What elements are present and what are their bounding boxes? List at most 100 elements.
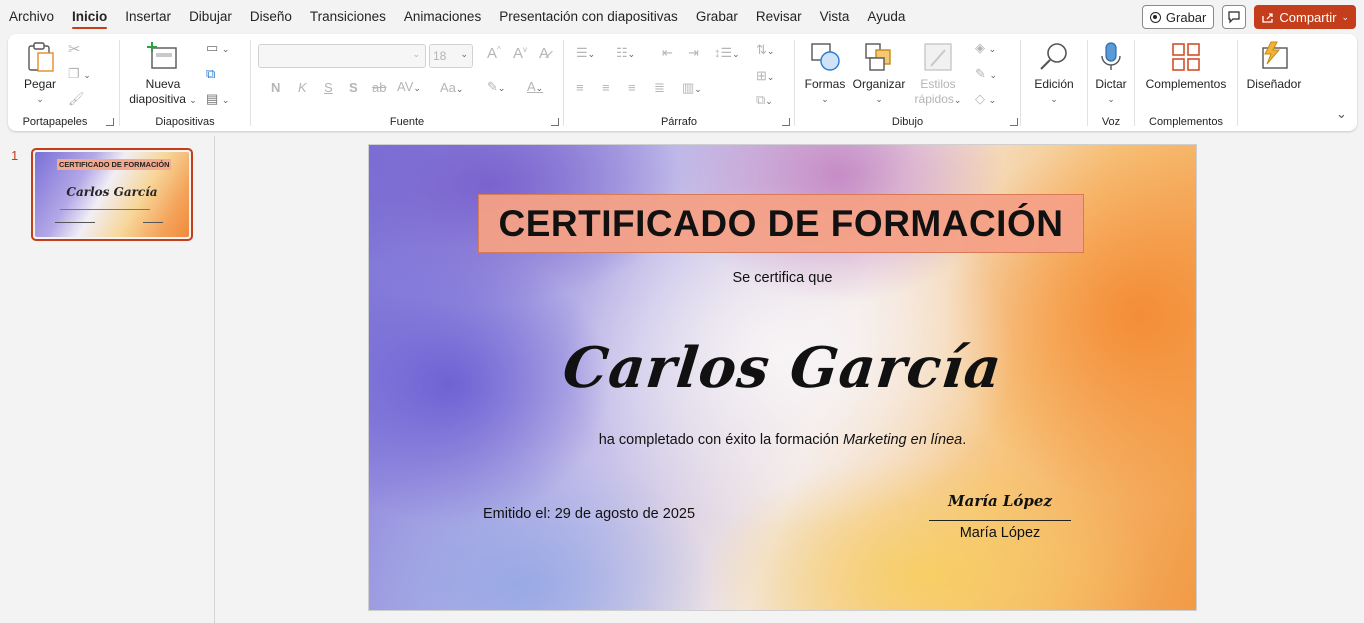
- highlight-icon[interactable]: ✎⌄: [487, 79, 505, 95]
- drawing-dialog-launcher[interactable]: [1010, 118, 1018, 126]
- shape-effects-icon[interactable]: ◇ ⌄: [975, 91, 996, 107]
- tab-dibujar[interactable]: Dibujar: [180, 0, 241, 34]
- slides-group: Nueva diapositiva ⌄ ▭ ⌄ ⧉ ▤ ⌄ Diapositiv…: [120, 34, 250, 131]
- signature-line: [929, 520, 1071, 521]
- tab-insertar[interactable]: Insertar: [116, 0, 180, 34]
- paragraph-dialog-launcher[interactable]: [782, 118, 790, 126]
- cut-icon[interactable]: ✂: [68, 40, 81, 58]
- increase-font-icon[interactable]: A^: [487, 45, 501, 62]
- numbering-icon[interactable]: ☷⌄: [616, 45, 635, 61]
- share-button[interactable]: Compartir ⌄: [1254, 5, 1356, 29]
- certifies-text[interactable]: Se certifica que: [369, 270, 1196, 286]
- tab-ayuda[interactable]: Ayuda: [858, 0, 914, 34]
- ribbon: Pegar ⌄ ✂ ❐ ⌄ 🖌 Portapapeles Nueva diapo…: [8, 34, 1357, 131]
- tab-vista[interactable]: Vista: [811, 0, 859, 34]
- addins-group-label: Complementos: [1149, 116, 1223, 128]
- collapse-ribbon-icon[interactable]: ⌄: [1336, 106, 1347, 122]
- arrange-button[interactable]: Organizar ⌄: [851, 40, 907, 107]
- voice-group: Dictar ⌄ Voz: [1088, 34, 1134, 131]
- align-center-icon[interactable]: ≡: [602, 80, 610, 95]
- line-spacing-icon[interactable]: ↕☰⌄: [714, 45, 740, 61]
- font-color-icon[interactable]: A⌄: [527, 79, 543, 94]
- section-icon[interactable]: ▤ ⌄: [206, 91, 229, 107]
- font-dialog-launcher[interactable]: [551, 118, 559, 126]
- copy-icon[interactable]: ❐ ⌄: [68, 66, 91, 82]
- arrange-label: Organizar: [852, 77, 906, 91]
- chevron-down-icon: ⌄: [1341, 11, 1349, 22]
- format-painter-icon[interactable]: 🖌: [68, 91, 85, 107]
- certificate-title[interactable]: CERTIFICADO DE FORMACIÓN: [478, 194, 1084, 253]
- menu-bar: Archivo Inicio Insertar Dibujar Diseño T…: [0, 0, 1364, 34]
- text-direction-icon[interactable]: ⇅⌄: [756, 42, 774, 58]
- clear-format-icon[interactable]: A̷: [539, 45, 549, 62]
- clipboard-dialog-launcher[interactable]: [106, 118, 114, 126]
- quick-styles-icon: [924, 43, 952, 71]
- chevron-down-icon: ⌄: [460, 49, 468, 59]
- slide-canvas[interactable]: CERTIFICADO DE FORMACIÓN Se certifica qu…: [368, 144, 1197, 611]
- tab-transiciones[interactable]: Transiciones: [301, 0, 395, 34]
- designer-button[interactable]: Diseñador: [1244, 40, 1304, 92]
- recipient-name[interactable]: Carlos García: [369, 335, 1196, 401]
- chevron-down-icon: ⌄: [412, 49, 420, 59]
- strikethrough-button[interactable]: ab: [372, 80, 386, 95]
- signer-name[interactable]: María López: [929, 525, 1071, 541]
- quick-styles-button[interactable]: Estilos rápidos⌄: [910, 40, 966, 108]
- decrease-font-icon[interactable]: Av: [513, 45, 527, 62]
- slide-thumbnail-preview: CERTIFICADO DE FORMACIÓN Carlos García: [35, 152, 189, 237]
- new-slide-label-2: diapositiva ⌄: [129, 92, 197, 106]
- addins-button[interactable]: Complementos: [1141, 40, 1231, 92]
- clipboard-group: Pegar ⌄ ✂ ❐ ⌄ 🖌 Portapapeles: [8, 34, 118, 131]
- decrease-indent-icon[interactable]: ⇤: [662, 45, 673, 61]
- new-slide-button[interactable]: Nueva diapositiva ⌄: [126, 40, 200, 108]
- tab-presentacion[interactable]: Presentación con diapositivas: [490, 0, 687, 34]
- paste-button[interactable]: Pegar ⌄: [20, 40, 60, 107]
- slide-thumbnail[interactable]: CERTIFICADO DE FORMACIÓN Carlos García: [31, 148, 193, 241]
- bullets-icon[interactable]: ☰⌄: [576, 45, 595, 61]
- new-slide-icon: [147, 42, 177, 69]
- tab-inicio[interactable]: Inicio: [63, 0, 116, 34]
- layout-icon[interactable]: ▭ ⌄: [206, 40, 229, 56]
- shape-fill-icon[interactable]: ◈ ⌄: [975, 40, 996, 56]
- drawing-group-label: Dibujo: [891, 116, 924, 128]
- increase-indent-icon[interactable]: ⇥: [688, 45, 699, 61]
- tab-grabar[interactable]: Grabar: [687, 0, 747, 34]
- tab-animaciones[interactable]: Animaciones: [395, 0, 490, 34]
- quick-styles-label: Estilos: [920, 77, 956, 91]
- issued-date[interactable]: Emitido el: 29 de agosto de 2025: [483, 506, 695, 522]
- smartart-icon[interactable]: ⧉⌄: [756, 92, 773, 108]
- change-case-button[interactable]: Aa⌄: [440, 80, 463, 95]
- underline-button[interactable]: S: [324, 80, 333, 95]
- completion-text[interactable]: ha completado con éxito la formación Mar…: [369, 432, 1196, 448]
- spacing-icon[interactable]: AV⌄: [397, 79, 421, 94]
- shapes-button[interactable]: Formas ⌄: [803, 40, 847, 107]
- record-button[interactable]: Grabar: [1141, 5, 1215, 29]
- align-right-icon[interactable]: ≡: [628, 80, 636, 95]
- designer-group: Diseñador: [1238, 34, 1310, 131]
- arrange-icon: [865, 43, 891, 71]
- align-left-icon[interactable]: ≡: [576, 80, 584, 95]
- tab-diseno[interactable]: Diseño: [241, 0, 301, 34]
- chevron-down-icon: ⌄: [36, 94, 44, 104]
- columns-icon[interactable]: ▥⌄: [682, 80, 702, 96]
- align-text-icon[interactable]: ⊞⌄: [756, 68, 774, 84]
- bold-button[interactable]: N: [271, 80, 280, 95]
- italic-button[interactable]: K: [298, 80, 307, 95]
- addins-group: Complementos Complementos: [1135, 34, 1237, 131]
- dictate-button[interactable]: Dictar ⌄: [1090, 40, 1132, 107]
- justify-icon[interactable]: ≣: [654, 80, 665, 96]
- font-size-select[interactable]: 18 ⌄: [429, 44, 473, 68]
- thumbnail-text-line: [55, 222, 95, 223]
- comments-button[interactable]: [1222, 5, 1247, 29]
- shadow-button[interactable]: S: [349, 80, 358, 95]
- editing-group: Edición ⌄: [1021, 34, 1087, 131]
- designer-icon: [1262, 41, 1288, 69]
- tab-archivo[interactable]: Archivo: [0, 0, 63, 34]
- reset-slide-icon[interactable]: ⧉: [206, 66, 215, 82]
- shapes-label: Formas: [804, 77, 846, 91]
- tab-revisar[interactable]: Revisar: [747, 0, 811, 34]
- shape-outline-icon[interactable]: ✎ ⌄: [975, 66, 997, 82]
- font-group-label: Fuente: [389, 116, 425, 128]
- addins-icon: [1172, 43, 1200, 71]
- font-name-select[interactable]: ⌄: [258, 44, 426, 68]
- editing-button[interactable]: Edición ⌄: [1026, 40, 1082, 107]
